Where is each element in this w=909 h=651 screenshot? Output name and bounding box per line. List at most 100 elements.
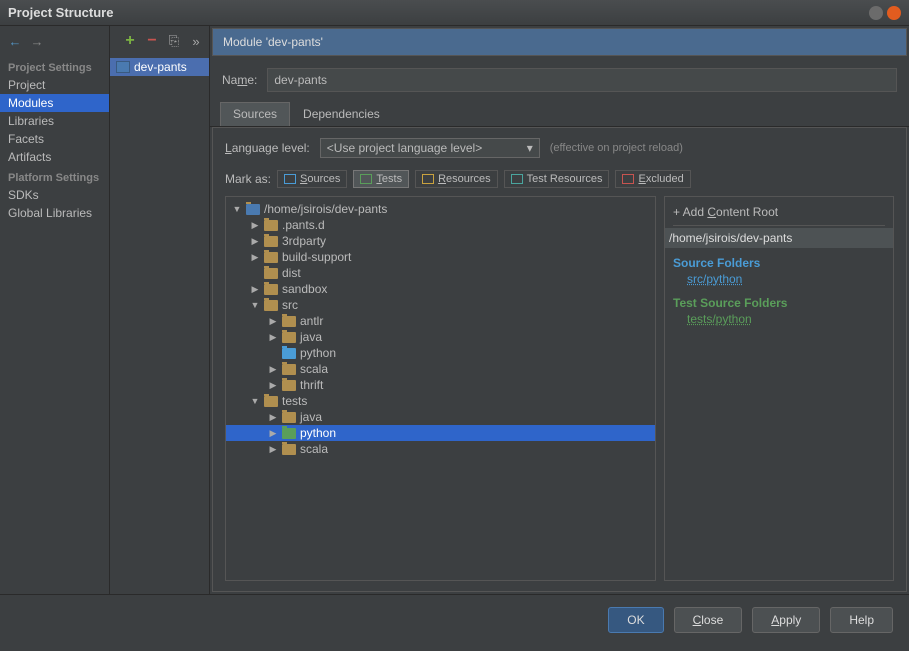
folder-icon: [282, 380, 296, 391]
ok-button[interactable]: OK: [608, 607, 663, 633]
sidebar-item-artifacts[interactable]: Artifacts: [0, 148, 109, 166]
content: ← → Project Settings Project Modules Lib…: [0, 26, 909, 594]
sidebar-item-libraries[interactable]: Libraries: [0, 112, 109, 130]
expand-icon[interactable]: ▶: [250, 284, 260, 295]
remove-module-icon[interactable]: −: [145, 34, 159, 48]
folder-icon: [282, 316, 296, 327]
sidebar-group-project: Project Settings: [0, 56, 109, 76]
language-level-value: <Use project language level>: [327, 141, 482, 155]
tree-row[interactable]: ▶python: [226, 425, 655, 441]
collapse-icon[interactable]: ▼: [250, 396, 260, 406]
expand-icon[interactable]: ▶: [268, 444, 278, 455]
name-label: Name:: [222, 73, 257, 87]
tree-item-label: .pants.d: [282, 218, 325, 232]
folder-icon: [246, 204, 260, 215]
folder-icon: [264, 300, 278, 311]
tree-row[interactable]: ▶scala: [226, 441, 655, 457]
folder-icon: [264, 220, 278, 231]
source-folders-header: Source Folders: [673, 256, 885, 270]
sidebar-item-project[interactable]: Project: [0, 76, 109, 94]
chevron-down-icon: ▾: [527, 141, 533, 155]
tab-sources[interactable]: Sources: [220, 102, 290, 126]
tree-row[interactable]: ▼src: [226, 297, 655, 313]
mark-as-row: Mark as: Sources Tests Resources Test Re…: [225, 170, 894, 188]
expand-icon[interactable]: ▶: [268, 364, 278, 375]
sidebar-item-modules[interactable]: Modules: [0, 94, 109, 112]
folder-icon: [264, 284, 278, 295]
language-level-hint: (effective on project reload): [550, 142, 683, 154]
copy-module-icon[interactable]: ⎘: [167, 34, 181, 48]
expand-icon[interactable]: ▶: [268, 412, 278, 423]
help-button[interactable]: Help: [830, 607, 893, 633]
folder-icon: [264, 268, 278, 279]
expand-icon[interactable]: ▶: [268, 428, 278, 439]
folder-icon: [282, 412, 296, 423]
language-level-label: Language level:: [225, 141, 310, 155]
tree-item-label: sandbox: [282, 282, 327, 296]
tree-item-label: antlr: [300, 314, 323, 328]
add-content-root-button[interactable]: + Add Content Root: [673, 203, 885, 226]
tree-item-label: java: [300, 410, 322, 424]
back-icon[interactable]: ←: [8, 34, 22, 48]
close-icon[interactable]: [887, 6, 901, 20]
name-input[interactable]: [267, 68, 897, 92]
content-root-path[interactable]: /home/jsirois/dev-pants: [665, 228, 893, 248]
sidebar-item-facets[interactable]: Facets: [0, 130, 109, 148]
mark-excluded-button[interactable]: Excluded: [615, 170, 690, 188]
tree-row[interactable]: ▶ antlr: [226, 313, 655, 329]
mark-tests-button[interactable]: Tests: [353, 170, 409, 188]
tree-item-label: 3rdparty: [282, 234, 326, 248]
folder-icon: [282, 332, 296, 343]
sidebar-group-platform: Platform Settings: [0, 166, 109, 186]
test-source-folder-item[interactable]: tests/python: [673, 310, 885, 328]
tree-row[interactable]: dist: [226, 265, 655, 281]
folder-tree[interactable]: ▼/home/jsirois/dev-pants ▶ .pants.d ▶ 3rdpar…: [225, 196, 656, 581]
tree-item-label: build-support: [282, 250, 351, 264]
tree-row[interactable]: python: [226, 345, 655, 361]
tree-row[interactable]: ▶ build-support: [226, 249, 655, 265]
tree-row[interactable]: ▶ 3rdparty: [226, 233, 655, 249]
module-list-item[interactable]: dev-pants: [110, 58, 209, 76]
sidebar-item-sdks[interactable]: SDKs: [0, 186, 109, 204]
tree-row[interactable]: ▶thrift: [226, 377, 655, 393]
minimize-icon[interactable]: [869, 6, 883, 20]
tabs: Sources Dependencies: [210, 102, 909, 127]
folder-icon: [282, 364, 296, 375]
language-level-select[interactable]: <Use project language level> ▾: [320, 138, 540, 158]
apply-button[interactable]: Apply: [752, 607, 820, 633]
forward-icon[interactable]: →: [30, 34, 44, 48]
titlebar: Project Structure: [0, 0, 909, 26]
collapse-icon[interactable]: ▼: [232, 204, 242, 214]
expand-icon[interactable]: ▶: [250, 236, 260, 247]
tree-item-label: dist: [282, 266, 301, 280]
expand-icon[interactable]: ▶: [250, 220, 260, 231]
tree-row[interactable]: ▶ .pants.d: [226, 217, 655, 233]
test-source-folders-header: Test Source Folders: [673, 296, 885, 310]
expand-icon[interactable]: ▶: [250, 252, 260, 263]
sidebar-item-global-libraries[interactable]: Global Libraries: [0, 204, 109, 222]
mark-resources-button[interactable]: Resources: [415, 170, 498, 188]
tree-row[interactable]: ▼ tests: [226, 393, 655, 409]
tree-row[interactable]: ▶ sandbox: [226, 281, 655, 297]
tree-row[interactable]: ▶scala: [226, 361, 655, 377]
main-panel: Module 'dev-pants' Name: Sources Depende…: [210, 26, 909, 594]
tree-item-label: python: [300, 346, 336, 360]
tree-item-label: tests: [282, 394, 307, 408]
add-module-icon[interactable]: +: [123, 34, 137, 48]
folder-blue-icon: [284, 174, 296, 184]
expand-icon[interactable]: ▶: [268, 316, 278, 327]
close-button[interactable]: Close: [674, 607, 743, 633]
source-folder-item[interactable]: src/python: [673, 270, 885, 288]
mark-as-label: Mark as:: [225, 172, 271, 186]
tree-row[interactable]: ▶java: [226, 329, 655, 345]
folder-icon: [282, 444, 296, 455]
expand-icon[interactable]: ▶: [268, 380, 278, 391]
collapse-icon[interactable]: ▼: [250, 300, 260, 310]
tree-row[interactable]: ▼/home/jsirois/dev-pants: [226, 201, 655, 217]
mark-sources-button[interactable]: Sources: [277, 170, 347, 188]
mark-test-resources-button[interactable]: Test Resources: [504, 170, 610, 188]
tree-row[interactable]: ▶ java: [226, 409, 655, 425]
more-icon[interactable]: »: [189, 34, 203, 48]
tab-dependencies[interactable]: Dependencies: [290, 102, 393, 126]
expand-icon[interactable]: ▶: [268, 332, 278, 343]
